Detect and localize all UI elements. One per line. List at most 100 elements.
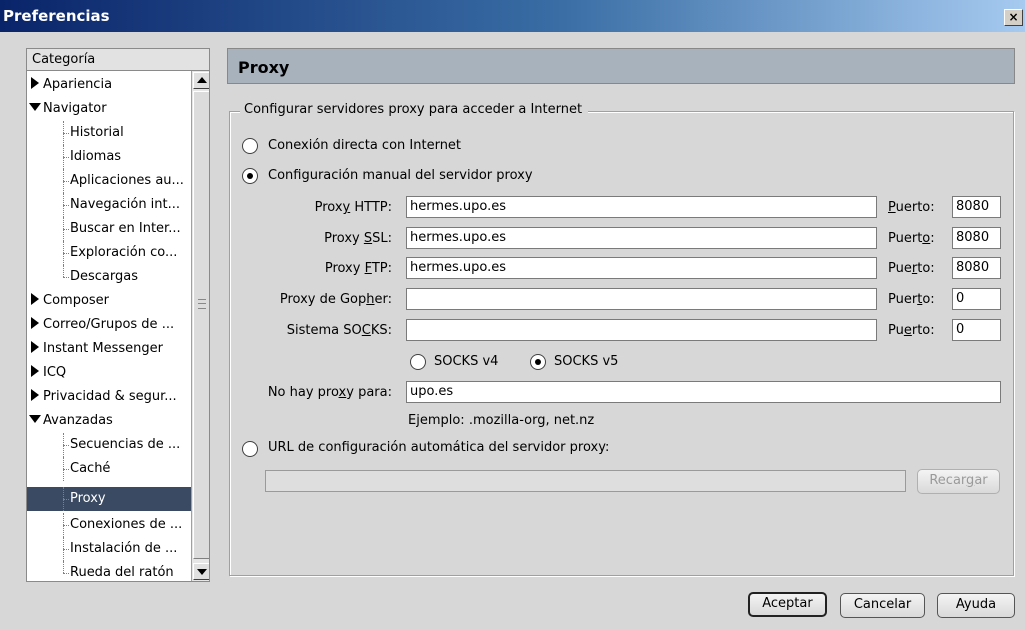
tree-item-aplicaciones[interactable]: Aplicaciones au... (27, 169, 192, 193)
cancel-button[interactable]: Cancelar (840, 593, 925, 618)
tree-line (63, 277, 69, 278)
radio-auto-label: URL de configuración automática del serv… (268, 440, 610, 455)
tree-item-label: Apariencia (43, 77, 113, 92)
collapse-arrow-icon[interactable] (29, 415, 41, 423)
radio-direct-label: Conexión directa con Internet (268, 138, 462, 153)
tree-line (63, 445, 69, 446)
radio-socks-v5[interactable] (530, 354, 546, 370)
proxy-ssl-port-input[interactable]: 8080 (952, 227, 1001, 249)
tree-item-label: Avanzadas (43, 413, 113, 428)
collapse-arrow-icon[interactable] (29, 103, 41, 111)
tree-item-icq[interactable]: ICQ (27, 361, 192, 385)
proxy-group-legend: Configurar servidores proxy para acceder… (240, 102, 589, 117)
tree-line (63, 573, 69, 574)
reload-button[interactable]: Recargar (917, 469, 1000, 494)
proxy-ftp-input[interactable]: hermes.upo.es (406, 257, 877, 279)
expand-arrow-icon[interactable] (31, 341, 39, 353)
window-titlebar: Preferencias × (0, 0, 1025, 32)
tree-item-privacidad[interactable]: Privacidad & segur... (27, 385, 192, 409)
tree-item-historial[interactable]: Historial (27, 121, 192, 145)
tree-item-secuencias[interactable]: Secuencias de ... (27, 433, 192, 457)
tree-item-conexiones[interactable]: Conexiones de ... (27, 513, 192, 537)
panel-title: Proxy (227, 48, 1015, 84)
tree-item-buscar[interactable]: Buscar en Inter... (27, 217, 192, 241)
proxy-ssl-input[interactable]: hermes.upo.es (406, 227, 877, 249)
expand-arrow-icon[interactable] (31, 365, 39, 377)
tree-item-instant-messenger[interactable]: Instant Messenger (27, 337, 192, 361)
proxy-gopher-label: Proxy de Gopher: (279, 292, 392, 307)
tree-item-label: Composer (43, 293, 110, 308)
proxy-http-label: Proxy HTTP: (314, 200, 392, 215)
expand-arrow-icon[interactable] (31, 389, 39, 401)
tree-item-exploracion[interactable]: Exploración co... (27, 241, 192, 265)
tree-item-label: Caché (70, 461, 111, 476)
proxy-gopher-port-label: Puerto: (888, 292, 935, 307)
radio-manual-proxy[interactable] (242, 168, 258, 184)
tree-item-label: Correo/Grupos de ... (43, 317, 175, 332)
tree-line (63, 157, 69, 158)
auto-config-url-input[interactable] (265, 470, 906, 492)
tree-item-correo[interactable]: Correo/Grupos de ... (27, 313, 192, 337)
scroll-down-button[interactable] (193, 563, 209, 580)
radio-direct-connection[interactable] (242, 138, 258, 154)
tree-item-proxy[interactable]: Proxy (27, 487, 192, 511)
tree-item-apariencia[interactable]: Apariencia (27, 73, 192, 97)
accept-button[interactable]: Aceptar (748, 592, 827, 617)
tree-item-idiomas[interactable]: Idiomas (27, 145, 192, 169)
proxy-gopher-input[interactable] (406, 288, 877, 310)
scroll-thumb[interactable] (193, 91, 209, 559)
tree-line (63, 265, 64, 277)
tree-item-navegacion[interactable]: Navegación int... (27, 193, 192, 217)
scroll-up-button[interactable] (193, 72, 209, 89)
category-header: Categoría (26, 48, 210, 70)
socks-port-input[interactable]: 0 (952, 319, 1001, 341)
category-tree[interactable]: Apariencia Navigator Historial Idiomas A… (26, 70, 210, 582)
tree-item-label: Buscar en Inter... (70, 221, 181, 236)
close-icon[interactable]: × (1004, 9, 1023, 26)
no-proxy-input[interactable]: upo.es (406, 381, 1001, 403)
radio-socks-v4[interactable] (410, 354, 426, 370)
expand-arrow-icon[interactable] (31, 77, 39, 89)
tree-item-label: Aplicaciones au... (70, 173, 184, 188)
help-button[interactable]: Ayuda (937, 593, 1015, 618)
tree-item-label: Idiomas (70, 149, 122, 164)
tree-item-label: Conexiones de ... (70, 517, 183, 532)
grip-icon (198, 299, 206, 309)
proxy-http-port-input[interactable]: 8080 (952, 196, 1001, 218)
proxy-ftp-port-label: Puerto: (888, 261, 935, 276)
proxy-http-port-label: Puerto: (888, 200, 935, 215)
tree-item-label: Rueda del ratón (70, 565, 174, 580)
proxy-ftp-port-input[interactable]: 8080 (952, 257, 1001, 279)
tree-line (63, 525, 69, 526)
tree-line (63, 561, 64, 573)
radio-auto-config[interactable] (242, 441, 258, 457)
socks-v4-label: SOCKS v4 (434, 354, 499, 369)
expand-arrow-icon[interactable] (31, 293, 39, 305)
tree-item-cache[interactable]: Caché (27, 457, 192, 481)
tree-line (63, 229, 69, 230)
proxy-ftp-label: Proxy FTP: (324, 261, 392, 276)
no-proxy-label: No hay proxy para: (267, 385, 392, 400)
proxy-gopher-port-input[interactable]: 0 (952, 288, 1001, 310)
tree-item-label: Navegación int... (70, 197, 181, 212)
tree-line (63, 181, 69, 182)
tree-item-label: Instalación de ... (70, 541, 178, 556)
tree-item-avanzadas[interactable]: Avanzadas (27, 409, 192, 433)
tree-item-composer[interactable]: Composer (27, 289, 192, 313)
tree-item-navigator[interactable]: Navigator (27, 97, 192, 121)
socks-host-input[interactable] (406, 319, 877, 341)
tree-item-label: ICQ (43, 365, 67, 380)
proxy-http-input[interactable]: hermes.upo.es (406, 196, 877, 218)
tree-line (63, 205, 69, 206)
category-scrollbar[interactable] (191, 71, 209, 581)
arrow-up-icon (197, 77, 207, 83)
tree-item-rueda[interactable]: Rueda del ratón (27, 561, 192, 581)
tree-line (63, 253, 69, 254)
tree-item-instalacion[interactable]: Instalación de ... (27, 537, 192, 561)
tree-line (63, 133, 69, 134)
tree-item-label: Instant Messenger (43, 341, 163, 356)
window-title: Preferencias (3, 7, 110, 25)
socks-port-label: Puerto: (888, 323, 935, 338)
expand-arrow-icon[interactable] (31, 317, 39, 329)
tree-item-descargas[interactable]: Descargas (27, 265, 192, 289)
